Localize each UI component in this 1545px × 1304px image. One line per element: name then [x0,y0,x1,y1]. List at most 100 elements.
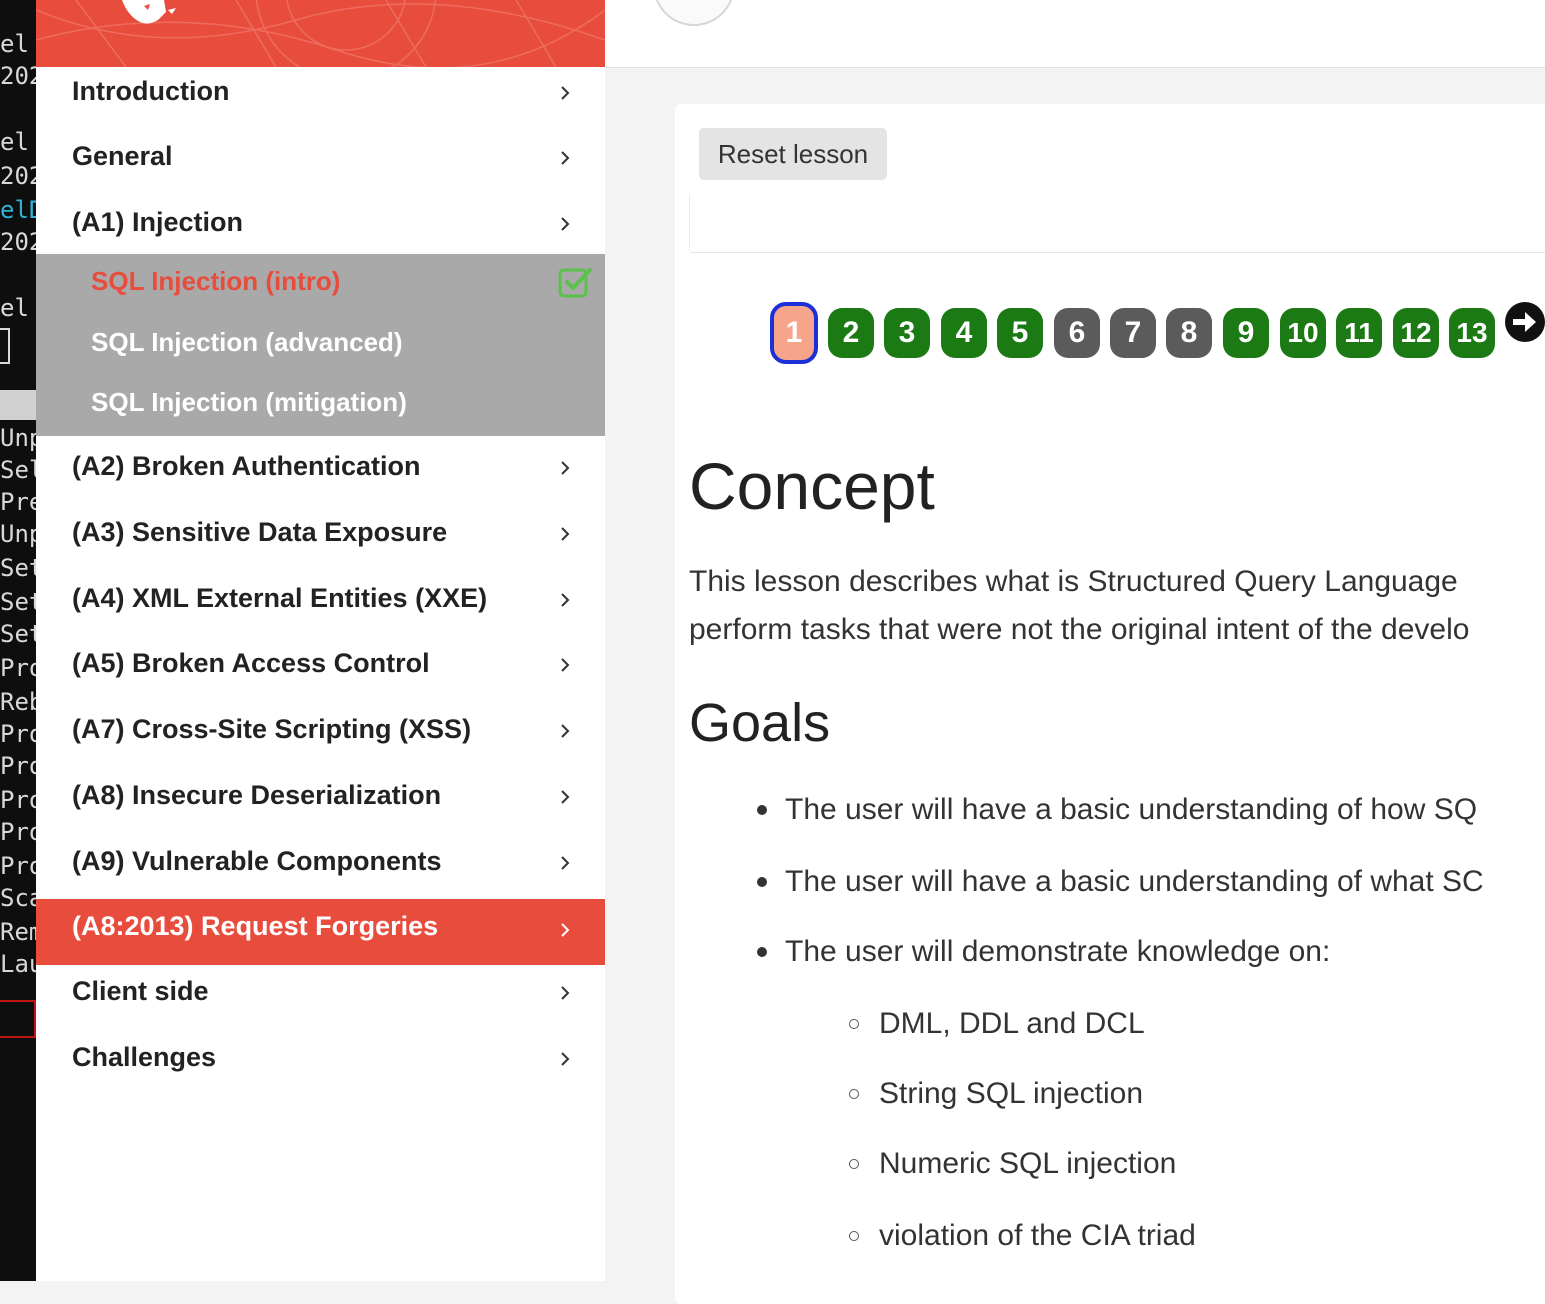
sidebar-item-label: (A8:2013) Request Forgeries [72,911,439,941]
terminal-line: Unp [0,520,36,548]
sidebar-item-label: Introduction [72,76,230,106]
sidebar-item-label: (A5) Broken Access Control [72,648,430,678]
page-button-3[interactable]: 3 [884,308,930,358]
sidebar-item-label: (A3) Sensitive Data Exposure [72,517,448,547]
terminal-line: 202 [0,228,36,256]
terminal-line: el [0,30,29,58]
goals-heading: Goals [689,693,831,753]
terminal-line: el [0,128,29,156]
brand-header[interactable] [36,0,605,67]
submenu-item-label: SQL Injection (advanced) [91,327,403,357]
chevron-right-icon [561,658,570,672]
sub-goal-text: String SQL injection [879,1077,1144,1110]
sidebar-item-general[interactable]: General [36,131,605,197]
sidebar-item-a5-broken-access-control[interactable]: (A5) Broken Access Control [36,638,605,704]
sidebar-item-a4-xxe[interactable]: (A4) XML External Entities (XXE) [36,573,605,639]
page-button-6[interactable]: 6 [1054,308,1100,358]
concept-text-line-2: perform tasks that were not the original… [689,613,1470,646]
injection-submenu: SQL Injection (intro) SQL Injection (adv… [36,254,605,436]
terminal-tabbar [0,390,36,420]
page-button-12[interactable]: 12 [1393,308,1439,358]
page-button-4[interactable]: 4 [941,308,987,358]
concept-heading: Concept [689,449,935,523]
sidebar: SQL Injection (intro) SQL Injection (adv… [36,0,605,1281]
terminal-line: Pro [0,786,36,814]
page-button-8[interactable]: 8 [1166,308,1212,358]
check-square-icon [558,268,592,298]
sidebar-item-label: Challenges [72,1042,217,1072]
goal-text: The user will have a basic understanding… [785,865,1484,898]
sub-goal-text: Numeric SQL injection [879,1147,1177,1180]
chevron-right-icon [561,593,570,607]
submenu-item-sql-injection-advanced[interactable]: SQL Injection (advanced) [36,315,605,375]
terminal-line: Set [0,554,36,582]
page-button-2[interactable]: 2 [828,308,874,358]
page-button-5[interactable]: 5 [997,308,1043,358]
arrow-circle-right-icon[interactable] [1503,300,1545,344]
goal-text: The user will demonstrate knowledge on: [785,935,1331,968]
terminal-line: Sca [0,884,36,912]
terminal-line: Unp [0,424,36,452]
terminal-line: Rem [0,918,36,946]
sidebar-item-challenges[interactable]: Challenges [36,1032,605,1098]
sidebar-item-a3-sensitive-data-exposure[interactable]: (A3) Sensitive Data Exposure [36,507,605,573]
chevron-right-icon [561,856,570,870]
sidebar-item-a1-injection[interactable]: (A1) Injection [36,197,605,263]
sidebar-item-label: General [72,141,173,171]
terminal-red-box [0,1000,36,1038]
sub-goal-text: DML, DDL and DCL [879,1007,1145,1040]
chevron-right-icon [561,724,570,738]
sub-goal-item: Numeric SQL injection [849,1144,1177,1184]
terminal-line: 202 [0,162,36,190]
background-terminal: el 202 el 202 elD 202 el Unp Sel Pre Unp Set Set Set P… [0,0,36,1281]
terminal-line: Pro [0,720,36,748]
goal-item: The user will have a basic understanding… [757,790,1478,830]
sidebar-item-label: (A4) XML External Entities (XXE) [72,583,488,613]
webgoat-logo [36,0,605,67]
terminal-line: Set [0,620,36,648]
terminal-line: Pro [0,752,36,780]
goal-item: The user will have a basic understanding… [757,862,1484,902]
chevron-right-icon [561,527,570,541]
sidebar-item-label: (A7) Cross-Site Scripting (XSS) [72,714,472,744]
lesson-card: Reset lesson 1 2 3 4 5 6 7 8 9 10 11 12 13 Concept T… [675,104,1545,1304]
terminal-line: elD [0,196,36,224]
page-button-1[interactable]: 1 [770,302,818,364]
sidebar-item-a2-broken-authentication[interactable]: (A2) Broken Authentication [36,441,605,507]
terminal-line: Reb [0,688,36,716]
lesson-attack-area [689,194,1545,253]
page-button-11[interactable]: 11 [1336,308,1382,358]
main-content: Reset lesson 1 2 3 4 5 6 7 8 9 10 11 12 13 Concept T… [605,0,1545,1304]
terminal-line: Pro [0,654,36,682]
page-button-9[interactable]: 9 [1223,308,1269,358]
submenu-item-sql-injection-mitigation[interactable]: SQL Injection (mitigation) [36,375,605,435]
sidebar-item-client-side[interactable]: Client side [36,966,605,1032]
chevron-right-icon [561,86,570,100]
sidebar-item-label: (A2) Broken Authentication [72,451,421,481]
sub-goal-item: String SQL injection [849,1074,1144,1114]
terminal-line: 202 [0,62,36,90]
goal-text: The user will have a basic understanding… [785,793,1478,826]
top-bar [605,0,1545,68]
sidebar-item-label: (A9) Vulnerable Components [72,846,442,876]
page-button-10[interactable]: 10 [1280,308,1326,358]
sidebar-item-a8-2013-request-forgeries[interactable]: (A8:2013) Request Forgeries [36,899,605,965]
terminal-line: Pro [0,852,36,880]
sidebar-item-a9-vulnerable-components[interactable]: (A9) Vulnerable Components [36,836,605,902]
user-avatar[interactable] [653,0,735,26]
sidebar-item-introduction[interactable]: Introduction [36,66,605,132]
page-button-7[interactable]: 7 [1110,308,1156,358]
chevron-right-icon [561,986,570,1000]
chevron-right-icon [561,923,570,937]
sub-goal-text: violation of the CIA triad [879,1219,1196,1252]
submenu-item-sql-injection-intro[interactable]: SQL Injection (intro) [36,254,605,314]
page-button-13[interactable]: 13 [1449,308,1495,358]
reset-lesson-button[interactable]: Reset lesson [699,128,887,180]
chevron-right-icon [561,217,570,231]
terminal-line: Sel [0,456,36,484]
terminal-line: Lau [0,950,36,978]
sidebar-item-a7-xss[interactable]: (A7) Cross-Site Scripting (XSS) [36,704,605,770]
chevron-right-icon [561,151,570,165]
sidebar-item-a8-insecure-deserialization[interactable]: (A8) Insecure Deserialization [36,770,605,836]
sidebar-item-label: (A8) Insecure Deserialization [72,780,442,810]
